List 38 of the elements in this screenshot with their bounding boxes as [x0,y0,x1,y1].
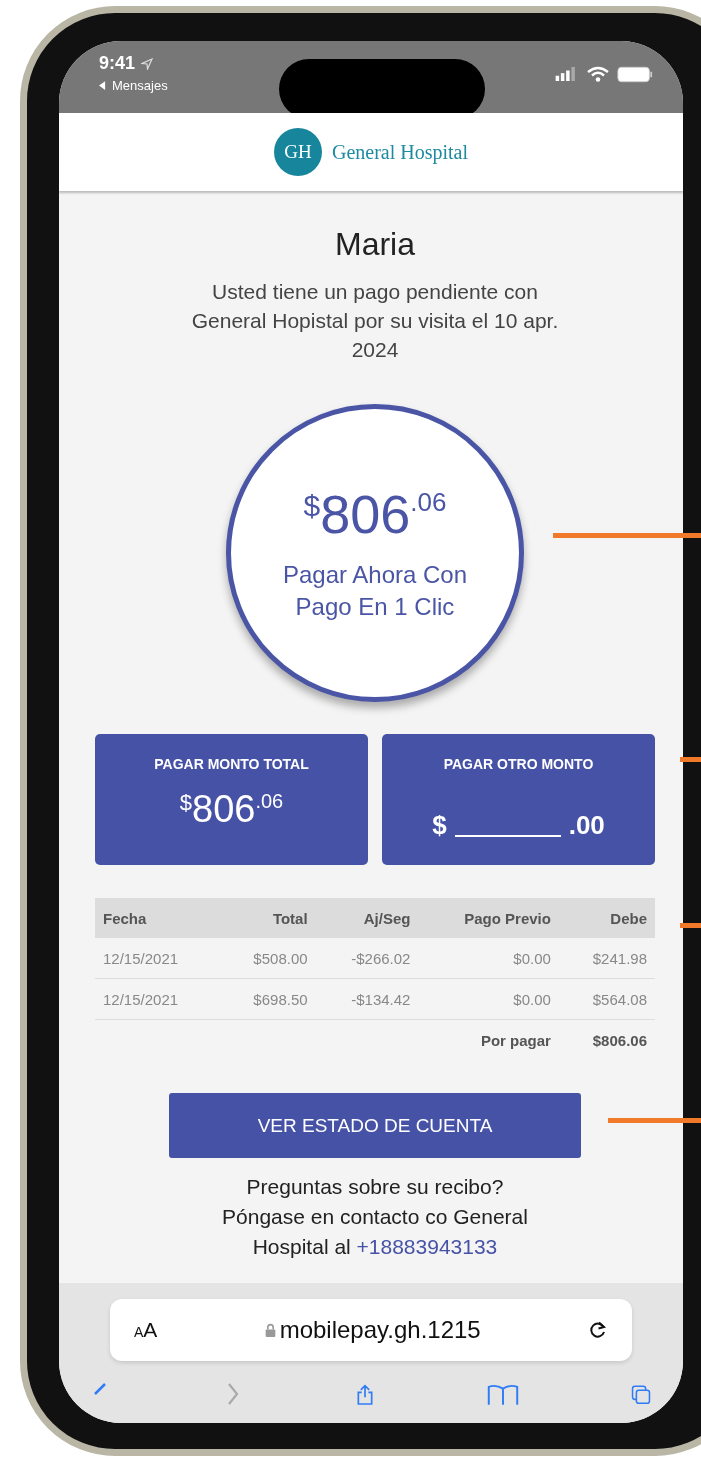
url-text: mobilepay.gh.1215 [279,1316,481,1344]
patient-name: Maria [335,226,415,263]
table-cell: -$134.42 [315,978,419,1020]
table-cell: $508.00 [219,938,316,979]
table-cell: $0.00 [418,938,559,979]
column-header: Fecha [95,898,220,938]
cents-text: .00 [568,810,605,841]
card-title: PAGAR OTRO MONTO [443,756,594,772]
column-header: Total [219,898,316,938]
table-cell: 12/15/2021 [95,938,220,979]
location-arrow-icon [141,57,154,70]
payment-message: Usted tiene un pago pendiente con General Hopistal por su visita el 10 apr. 2024 [190,279,560,363]
table-cell: $564.08 [558,978,655,1020]
triangle-icon [99,81,106,90]
table-cell: $241.98 [558,938,655,979]
table-cell: -$266.02 [315,938,419,979]
column-header: Pago Previo [418,898,559,938]
view-statement-button[interactable]: VER ESTADO DE CUENTA [169,1093,581,1158]
battery-icon [617,65,653,83]
contact-text: Preguntas sobre su recibo? Póngase en contacto co General Hospital al +18883943133 [221,1174,529,1260]
reload-icon[interactable] [588,1320,608,1340]
text-size-button[interactable]: AA [134,1318,158,1342]
total-value: $806.06 [558,1019,655,1060]
table-cell: 12/15/2021 [95,978,220,1020]
back-to-app-link[interactable]: Mensajes [99,78,168,93]
table-cell: $698.50 [219,978,316,1020]
address-bar[interactable]: AA mobilepay.gh.1215 [110,1299,632,1361]
wifi-icon [587,66,609,82]
currency-sign: $ [432,810,447,841]
lock-icon [264,1323,276,1337]
logo-badge: GH [273,128,322,176]
total-label: Por pagar [418,1019,559,1060]
column-header: Aj/Seg [315,898,419,938]
phone-link[interactable]: +18883943133 [356,1235,498,1258]
column-header: Debe [558,898,655,938]
table-cell: $0.00 [418,978,559,1020]
status-time: 9:41 [99,53,136,74]
hospital-name: General Hospital [331,140,469,164]
